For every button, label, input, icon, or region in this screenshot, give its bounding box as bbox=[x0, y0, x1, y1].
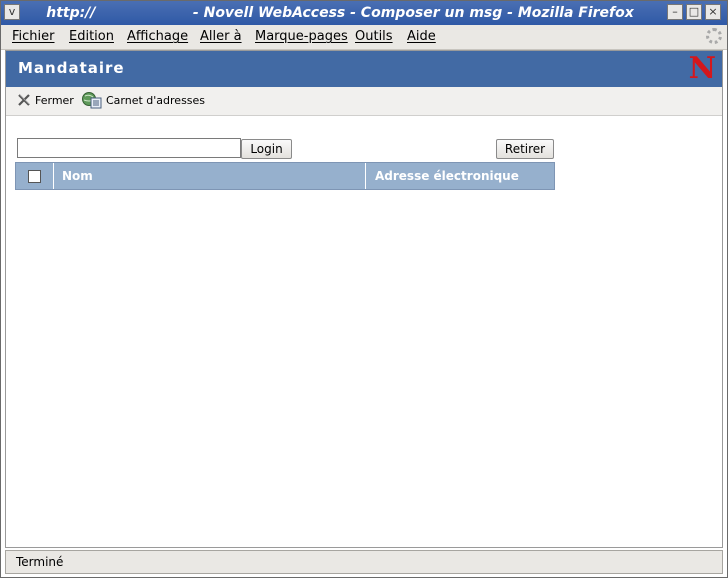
window-menu-button[interactable]: v bbox=[4, 4, 20, 20]
column-header-email[interactable]: Adresse électronique bbox=[375, 169, 519, 183]
login-input[interactable] bbox=[17, 138, 241, 158]
close-button[interactable]: Fermer bbox=[17, 93, 74, 107]
address-book-icon bbox=[82, 92, 102, 109]
browser-window: v http:// - Novell WebAccess - Composer … bbox=[0, 0, 728, 578]
menu-aide[interactable]: Aide bbox=[407, 29, 436, 44]
login-button[interactable]: Login bbox=[241, 139, 292, 159]
menu-bar: Fichier Edition Affichage Aller à Marque… bbox=[1, 25, 727, 50]
select-all-checkbox[interactable] bbox=[28, 170, 41, 183]
page-title: Mandataire bbox=[18, 59, 125, 77]
menu-edition[interactable]: Edition bbox=[69, 29, 114, 44]
minimize-button[interactable]: – bbox=[667, 4, 683, 20]
status-text: Terminé bbox=[16, 555, 64, 569]
table-header: Nom Adresse électronique bbox=[15, 162, 555, 190]
close-window-button[interactable]: × bbox=[705, 4, 721, 20]
menu-outils[interactable]: Outils bbox=[355, 29, 393, 44]
remove-button[interactable]: Retirer bbox=[496, 139, 554, 159]
address-book-label: Carnet d'adresses bbox=[106, 93, 206, 107]
page-header: Mandataire N bbox=[6, 51, 722, 87]
throbber-icon bbox=[706, 28, 722, 44]
novell-logo: N bbox=[688, 51, 716, 86]
address-book-button[interactable]: Carnet d'adresses bbox=[82, 91, 205, 109]
menu-aller[interactable]: Aller à bbox=[200, 29, 242, 44]
menu-affichage[interactable]: Affichage bbox=[127, 29, 188, 44]
select-all-cell bbox=[16, 163, 54, 189]
menu-fichier[interactable]: Fichier bbox=[12, 29, 55, 44]
title-bar: v http:// - Novell WebAccess - Composer … bbox=[1, 1, 727, 25]
column-header-name[interactable]: Nom bbox=[62, 169, 93, 183]
close-x-icon bbox=[18, 94, 30, 106]
menu-marque-pages[interactable]: Marque-pages bbox=[255, 29, 348, 44]
window-title: http:// - Novell WebAccess - Composer un… bbox=[46, 5, 634, 21]
toolbar: Fermer Carnet d'adresses bbox=[6, 87, 722, 116]
column-divider bbox=[365, 163, 366, 189]
close-label: Fermer bbox=[35, 93, 74, 107]
page-content: Mandataire N Fermer Carnet d'adresses Lo… bbox=[5, 50, 723, 548]
status-bar: Terminé bbox=[5, 550, 723, 574]
maximize-button[interactable]: □ bbox=[686, 4, 702, 20]
